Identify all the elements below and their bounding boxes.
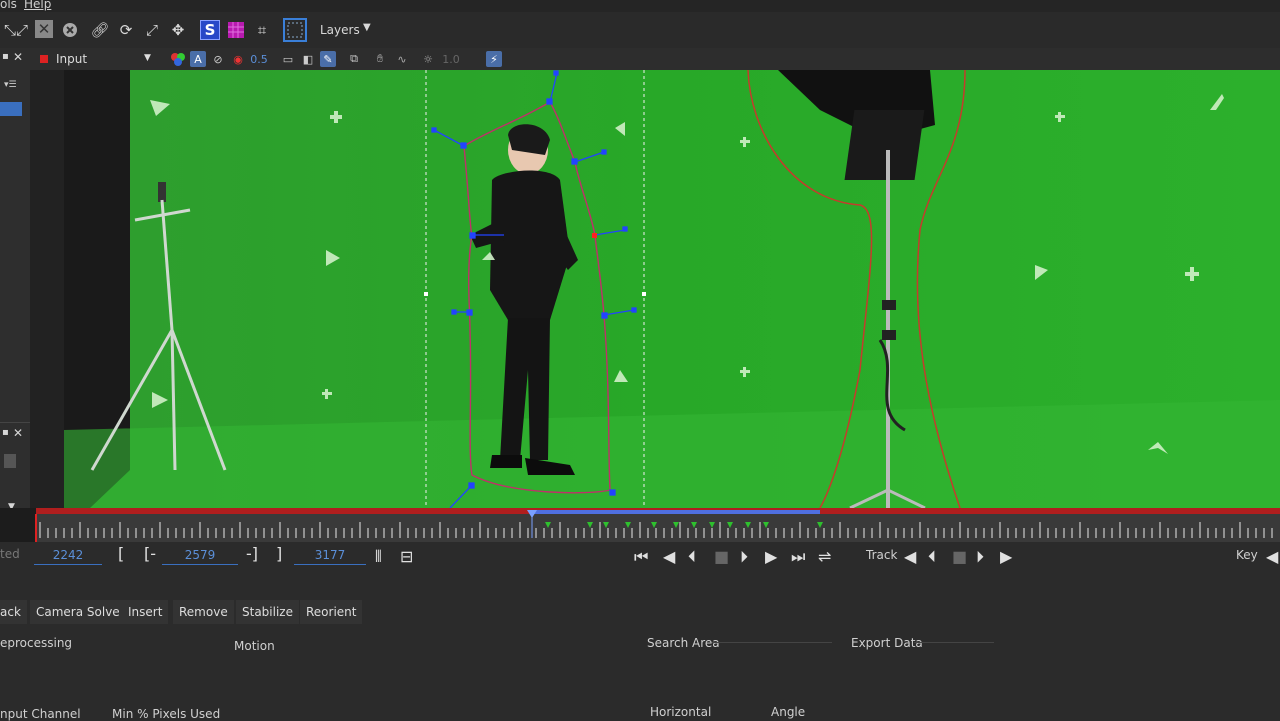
opacity-value[interactable]: 0.5: [248, 51, 270, 67]
split-view-icon[interactable]: ◧: [300, 51, 316, 67]
rgb-channels-icon[interactable]: [170, 51, 186, 67]
left-panel: ▾☰ ▪ ✕ ▼: [0, 70, 31, 512]
rotate-icon[interactable]: ⟳: [116, 20, 136, 40]
viewer-canvas[interactable]: [30, 70, 1280, 508]
set-in-bracket[interactable]: [: [118, 544, 124, 563]
input-select[interactable]: Input ▼: [36, 50, 158, 68]
preprocessing-section[interactable]: eprocessing: [0, 636, 72, 650]
go-in-bracket[interactable]: [-: [144, 544, 156, 563]
green-screen-frame: [30, 70, 1280, 508]
x-box-icon[interactable]: ✕: [35, 20, 53, 38]
fit-range-icon[interactable]: ⊟: [400, 547, 413, 566]
input-channel-label: nput Channel: [0, 707, 81, 721]
last-frame-icon[interactable]: ⏭︎: [791, 547, 805, 567]
snapshot-icon[interactable]: ⚡︎: [486, 51, 502, 67]
tab-reorient[interactable]: Reorient: [300, 600, 363, 624]
stop-icon[interactable]: ■: [714, 547, 729, 566]
out-frame-field[interactable]: 3177: [294, 548, 366, 565]
wave-icon[interactable]: ∿: [394, 51, 410, 67]
track-stop-icon[interactable]: ■: [952, 547, 967, 566]
play-backward-icon[interactable]: ◀: [663, 547, 675, 566]
track-step-back-icon[interactable]: ⏴︎: [928, 547, 936, 567]
tab-remove[interactable]: Remove: [173, 600, 234, 624]
track-backward-icon[interactable]: ◀: [904, 547, 916, 566]
play-forward-icon[interactable]: ▶: [765, 547, 777, 566]
scale-icon[interactable]: ⤢: [142, 20, 162, 40]
set-out-bracket[interactable]: ]: [276, 544, 282, 563]
move-icon[interactable]: ✥: [168, 20, 188, 40]
step-forward-icon[interactable]: ⏵︎: [740, 547, 748, 567]
alpha-icon[interactable]: A: [190, 51, 206, 67]
chevron-down-icon: ▼: [144, 53, 151, 63]
panel-float-icon[interactable]: ▪: [2, 51, 9, 62]
panel-float-icon[interactable]: ▪: [2, 427, 9, 438]
hand-icon[interactable]: ✋︎: [372, 51, 388, 67]
mask-icon[interactable]: ◉: [230, 51, 246, 67]
monitor-icon[interactable]: ▭: [280, 51, 296, 67]
angle-label: Angle: [771, 705, 806, 719]
scroll-handle[interactable]: [4, 454, 16, 468]
loop-icon[interactable]: ⇌: [818, 547, 831, 566]
input-label: Input: [56, 52, 88, 66]
close-icon[interactable]: ✕: [13, 426, 23, 440]
key-prev-icon[interactable]: ◀: [1266, 547, 1278, 566]
layers-dropdown[interactable]: Layers ▼: [315, 20, 379, 42]
divider: [712, 642, 832, 643]
tab-camera-solve[interactable]: Camera Solve: [30, 600, 126, 624]
tab-insert[interactable]: Insert: [122, 600, 169, 624]
trim-icon[interactable]: ⫴: [375, 547, 382, 567]
step-back-icon[interactable]: ⏴︎: [688, 547, 696, 567]
menu-tools[interactable]: ols: [0, 0, 17, 11]
link-icon[interactable]: 🔗︎: [90, 20, 110, 40]
cut-label: ted: [0, 547, 20, 561]
playback-controls: ted 2242 [ [- 2579 -] ] 3177 ⫴ ⊟ ⏮︎ ◀ ⏴︎…: [0, 542, 1280, 572]
export-data-section[interactable]: Export Data: [851, 636, 923, 650]
close-icon[interactable]: ✕: [13, 50, 23, 64]
main-toolbar: ⤡ ⤢ ✕ 🔗︎ ⟳ ⤢ ✥ S ⌗ Layers ▼: [0, 12, 1280, 48]
search-area-section[interactable]: Search Area: [647, 636, 720, 650]
in-frame-field[interactable]: 2242: [34, 548, 102, 565]
select-rect-icon[interactable]: [283, 18, 307, 42]
menu-help[interactable]: Help: [24, 0, 51, 11]
tab-stabilize[interactable]: Stabilize: [236, 600, 299, 624]
overlay-icon[interactable]: ⊘: [210, 51, 226, 67]
red-square-icon: [40, 55, 48, 63]
sun-icon[interactable]: ☼: [420, 51, 436, 67]
timeline-ruler[interactable]: [0, 508, 1280, 542]
min-pixels-label: Min % Pixels Used: [112, 707, 221, 721]
horizontal-label: Horizontal: [650, 705, 712, 719]
go-out-bracket[interactable]: -]: [246, 544, 258, 563]
timeline[interactable]: [0, 508, 1280, 542]
tab-track[interactable]: ack: [0, 600, 27, 624]
track-step-forward-icon[interactable]: ⏵︎: [976, 547, 984, 567]
corner-pin-icon[interactable]: ⌗: [252, 20, 272, 40]
key-label: Key: [1236, 548, 1258, 562]
crop-icon[interactable]: ⧉: [346, 51, 362, 67]
motion-section[interactable]: Motion: [234, 639, 275, 653]
grid-icon[interactable]: [226, 20, 246, 40]
menu-bar: ols Help: [0, 0, 1280, 12]
view-toolbar: ▪ ✕ Input ▼ A ⊘ ◉ 0.5 ▭ ◧ ✎ ⧉ ✋︎ ∿ ☼ 1.0…: [0, 48, 1280, 70]
selected-layer-item[interactable]: [0, 102, 22, 116]
transform-icon[interactable]: ⤢: [12, 20, 32, 40]
circle-x-icon[interactable]: [60, 20, 80, 40]
exposure-value[interactable]: 1.0: [440, 51, 462, 67]
panel-menu-icon[interactable]: ▾☰: [4, 80, 24, 90]
chevron-down-icon: ▼: [363, 22, 371, 33]
current-frame-field[interactable]: 2579: [162, 548, 238, 565]
layers-label: Layers: [320, 23, 360, 37]
panel-divider: [0, 422, 30, 423]
divider: [914, 642, 994, 643]
module-tabs: ack Camera Solve Insert Remove Stabilize…: [0, 596, 1280, 626]
first-frame-icon[interactable]: ⏮︎: [634, 547, 648, 567]
track-forward-icon[interactable]: ▶: [1000, 547, 1012, 566]
s-icon[interactable]: S: [200, 20, 220, 40]
track-label: Track: [866, 548, 898, 562]
brush-icon[interactable]: ✎: [320, 51, 336, 67]
